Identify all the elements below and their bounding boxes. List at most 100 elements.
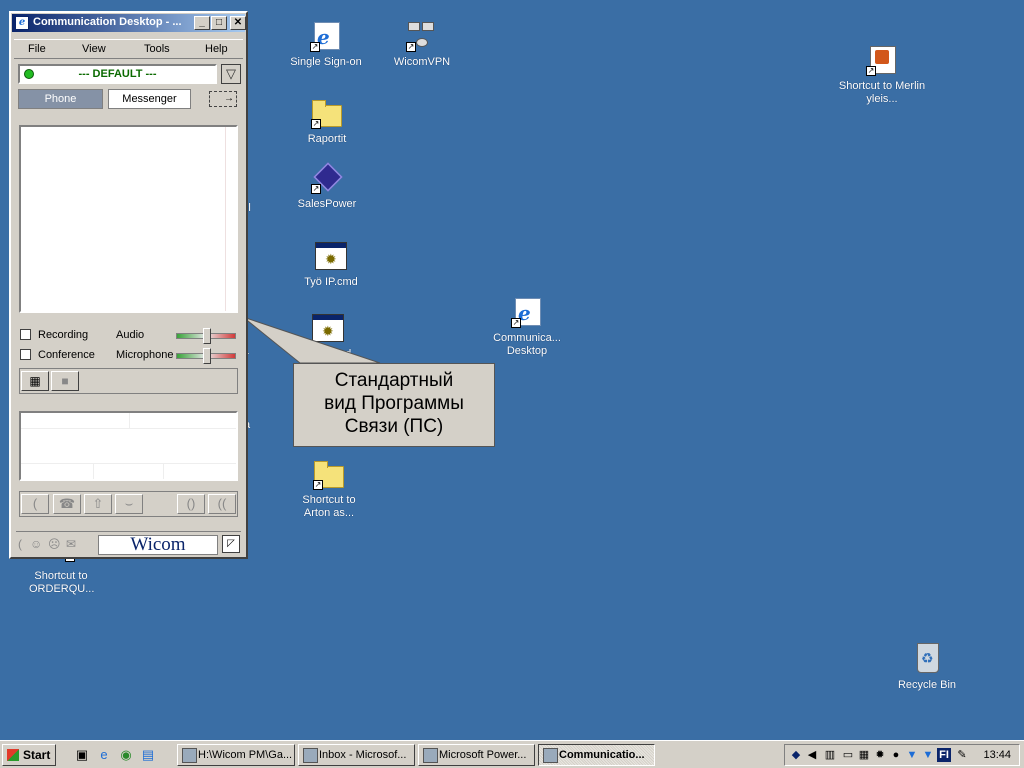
desktop-icon-single-sign-on[interactable]: e ↗ Single Sign-on [281, 20, 371, 69]
transfer-button[interactable]: ⇧ [84, 494, 112, 514]
desktop-icon-merlin[interactable]: ↗ Shortcut to Merlin yleis... [837, 44, 927, 106]
close-button[interactable]: ✕ [230, 16, 246, 30]
desktop-icon-salespower[interactable]: ↗ SalesPower [282, 162, 372, 211]
desktop-icon-arton[interactable]: ↗ Shortcut to Arton as... [284, 458, 374, 520]
tool-row: ▦ ■ [19, 368, 238, 394]
recording-label: Recording [38, 329, 89, 341]
microphone-slider-knob[interactable] [203, 348, 211, 364]
phone-status-icon[interactable]: ( [18, 537, 22, 551]
recording-checkbox[interactable] [20, 329, 31, 340]
communication-desktop-window[interactable]: e Communication Desktop - ... _ □ ✕ File… [9, 11, 248, 559]
call-control-bar: ( ☎ ⇧ ⌣ () (( [19, 491, 238, 517]
desktop-icon-wicomvpn[interactable]: ↗ WicomVPN [377, 20, 467, 69]
callout-line: Связи (ПС) [344, 416, 444, 437]
chat-status-icon[interactable]: ☺ [30, 537, 42, 551]
detach-panel-icon[interactable]: → [209, 91, 237, 107]
answer-button[interactable]: ( [21, 494, 49, 514]
start-button[interactable]: Start [2, 744, 56, 766]
consult-button[interactable]: () [177, 494, 205, 514]
ie-quicklaunch-icon[interactable]: e [96, 747, 112, 763]
audio-slider-knob[interactable] [203, 328, 211, 344]
tab-phone[interactable]: Phone [18, 89, 103, 109]
callout-line: Стандартный [334, 370, 454, 391]
system-tray: ◆ ◀ ▥ ▭ ▦ ✹ ● ▼ ▼ FI ✎ 13:44 [784, 744, 1020, 766]
shortcut-arrow-icon: ↗ [310, 42, 320, 52]
hold-button[interactable]: ⌣ [115, 494, 143, 514]
recycle-bin-icon [917, 643, 939, 673]
gear-icon[interactable]: ✹ [873, 748, 887, 762]
desktop-icon-label: Raportit [307, 133, 347, 145]
shortcut-arrow-icon: ↗ [511, 318, 521, 328]
shortcut-arrow-icon: ↗ [311, 184, 321, 194]
dialpad-button[interactable]: ▦ [21, 371, 49, 391]
callout-box: Стандартный вид Программы Связи (ПС) [293, 363, 495, 447]
queue-list-pane[interactable] [19, 411, 238, 481]
conference-label: Conference [38, 349, 95, 361]
network-icon[interactable]: ▥ [823, 748, 837, 762]
email-status-icon[interactable]: ✉ [66, 537, 76, 551]
presence-status-icon[interactable]: ☹ [48, 537, 61, 551]
triangle-down-icon: ▽ [226, 66, 236, 81]
desktop-app-icon[interactable]: ▤ [140, 747, 156, 763]
shield-icon[interactable]: ◆ [789, 748, 803, 762]
desktop-icon-recycle-bin[interactable]: Recycle Bin [882, 643, 972, 692]
video-button[interactable]: ■ [51, 371, 79, 391]
task-communication-desktop[interactable]: Communicatio... [538, 744, 655, 766]
desktop-icon-koti-cmd[interactable]: ✹ Kot...cmd [283, 312, 373, 361]
microphone-slider[interactable] [176, 348, 236, 364]
task-wicom-folder[interactable]: H:\Wicom PM\Ga... [177, 744, 295, 766]
desktop-icon-label: Työ IP.cmd [304, 276, 358, 288]
show-desktop-icon[interactable]: ▣ [74, 747, 90, 763]
hangup-button[interactable]: ☎ [53, 494, 81, 514]
window-titlebar[interactable]: e Communication Desktop - ... _ □ ✕ [12, 14, 246, 32]
conference-checkbox[interactable] [20, 349, 31, 360]
profile-dropdown-button[interactable]: ▽ [221, 64, 241, 84]
compact-view-icon[interactable]: ◸ [222, 535, 240, 553]
desktop-icon-tyo-ip[interactable]: ✹ Työ IP.cmd [286, 240, 376, 289]
maximize-button[interactable]: □ [211, 16, 227, 30]
sync-icon[interactable]: ▼ [921, 748, 935, 762]
menu-file[interactable]: File [28, 43, 46, 55]
display-icon[interactable]: ▦ [857, 748, 871, 762]
minimize-button[interactable]: _ [194, 16, 210, 30]
task-powerpoint[interactable]: Microsoft Power... [418, 744, 535, 766]
taskbar: Start ▣ e ◉ ▤ H:\Wicom PM\Ga... Inbox - … [0, 740, 1024, 768]
volume-icon[interactable]: ◀ [805, 748, 819, 762]
microphone-label: Microphone [116, 349, 174, 361]
wicom-logo: Wicom [98, 535, 218, 555]
menu-view[interactable]: View [82, 43, 106, 55]
status-led-icon [24, 69, 34, 79]
clock[interactable]: 13:44 [983, 749, 1011, 761]
desktop-icon-label: Shortcut to ORDERQU... [29, 570, 95, 595]
handset-icon: ( [32, 496, 38, 511]
moon-icon[interactable]: ● [889, 748, 903, 762]
menu-tools[interactable]: Tools [144, 43, 170, 55]
menu-help[interactable]: Help [205, 43, 228, 55]
desktop-icon-label: Communica... Desktop [493, 332, 561, 357]
profile-selector[interactable]: --- DEFAULT --- [18, 64, 217, 84]
cmd-script-icon: ✹ [312, 314, 344, 342]
desktop-icon-raportit[interactable]: ↗ Raportit [282, 97, 372, 146]
desktop-icon-label: Recycle Bin [897, 679, 957, 691]
desktop-icon-label: Single Sign-on [290, 56, 362, 68]
monitor-icon[interactable]: ▭ [841, 748, 855, 762]
language-indicator[interactable]: FI [937, 748, 951, 762]
hangup-icon: ☎ [58, 496, 76, 511]
call-list-pane[interactable] [19, 125, 238, 313]
shortcut-arrow-icon: ↗ [313, 480, 323, 490]
menu-bar: File View Tools Help [14, 39, 243, 59]
clock-app-icon[interactable]: ◉ [118, 747, 134, 763]
wireless-icon[interactable]: ▼ [905, 748, 919, 762]
conference-call-button[interactable]: (( [208, 494, 236, 514]
audio-label: Audio [116, 329, 145, 341]
profile-value: --- DEFAULT --- [78, 68, 157, 80]
tab-messenger[interactable]: Messenger [108, 89, 191, 109]
conference-icon: (( [217, 496, 227, 511]
callout-line: вид Программы [324, 393, 464, 414]
cmd-script-icon: ✹ [315, 242, 347, 270]
pen-icon[interactable]: ✎ [955, 748, 969, 762]
app-icon[interactable]: e [15, 16, 29, 30]
task-inbox[interactable]: Inbox - Microsof... [298, 744, 415, 766]
audio-slider[interactable] [176, 328, 236, 344]
desktop-icon-communication-desktop[interactable]: e ↗ Communica... Desktop [482, 296, 572, 358]
